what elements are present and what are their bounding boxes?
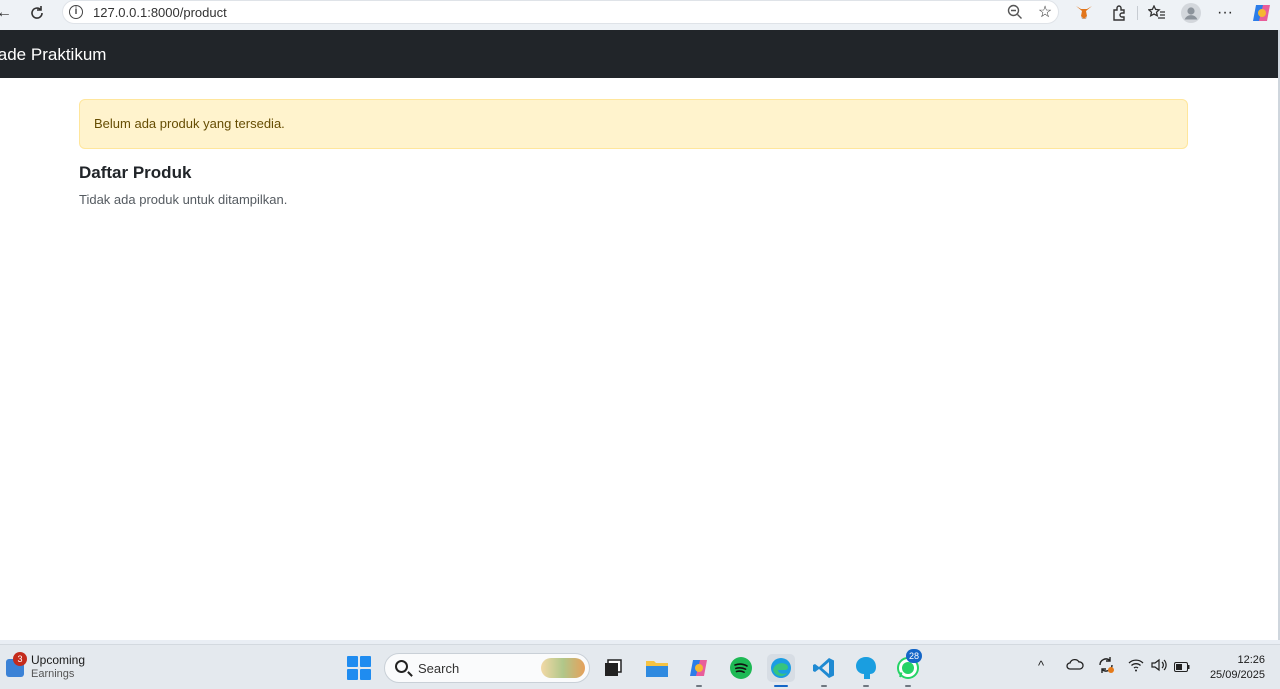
star-icon[interactable]: ☆ <box>1033 1 1057 23</box>
widget-subtitle: Earnings <box>31 668 75 680</box>
navbar: lade Praktikum <box>0 30 1278 78</box>
wifi-icon[interactable] <box>1128 658 1144 675</box>
edge-icon[interactable] <box>767 654 795 687</box>
zoom-out-icon[interactable] <box>1003 1 1027 23</box>
vscode-icon[interactable] <box>810 654 838 687</box>
taskbar: 3 Upcoming Earnings Search 28 ^ 12:26 25… <box>0 644 1280 689</box>
browser-app-icon[interactable] <box>852 654 880 687</box>
widget-title: Upcoming <box>31 653 86 667</box>
copilot-icon[interactable] <box>1250 2 1274 24</box>
back-icon[interactable]: ← <box>0 2 16 24</box>
navbar-brand[interactable]: lade Praktikum <box>0 45 106 65</box>
clock-date: 25/09/2025 <box>1209 669 1265 681</box>
metamask-icon[interactable] <box>1072 2 1096 24</box>
main-container: Belum ada produk yang tersedia. Daftar P… <box>79 99 1188 207</box>
widget-badge: 3 <box>13 652 27 666</box>
page-title: Daftar Produk <box>79 163 192 182</box>
copilot-app-icon[interactable] <box>685 654 713 687</box>
search-icon <box>395 660 408 673</box>
widgets-button[interactable]: 3 Upcoming Earnings <box>4 651 124 685</box>
toolbar-divider <box>1137 6 1138 20</box>
whatsapp-icon[interactable]: 28 <box>894 649 923 687</box>
browser-toolbar: ← i 127.0.0.1:8000/product ☆ ··· <box>0 0 1280 30</box>
start-icon[interactable] <box>347 656 371 680</box>
task-view-icon[interactable] <box>599 654 627 682</box>
page-viewport: lade Praktikum Belum ada produk yang ter… <box>0 30 1278 640</box>
empty-alert: Belum ada produk yang tersedia. <box>79 99 1188 149</box>
profile-icon[interactable] <box>1179 2 1203 24</box>
battery-icon[interactable] <box>1174 660 1190 675</box>
system-clock[interactable]: 12:26 25/09/2025 <box>1210 653 1265 683</box>
chevron-up-icon[interactable]: ^ <box>1038 658 1044 673</box>
url-text: 127.0.0.1:8000/product <box>93 5 227 20</box>
volume-icon[interactable] <box>1151 658 1167 675</box>
taskbar-search[interactable]: Search <box>384 653 590 683</box>
spotify-icon[interactable] <box>727 654 755 682</box>
extensions-icon[interactable] <box>1107 2 1131 24</box>
sync-icon[interactable] <box>1097 656 1115 677</box>
clock-time: 12:26 <box>1237 654 1265 666</box>
more-icon[interactable]: ··· <box>1213 2 1237 24</box>
favorites-icon[interactable] <box>1145 2 1169 24</box>
file-explorer-icon[interactable] <box>643 654 671 682</box>
search-label: Search <box>418 661 460 676</box>
info-icon[interactable]: i <box>69 5 83 19</box>
refresh-icon[interactable] <box>25 2 49 24</box>
onedrive-icon[interactable] <box>1066 658 1084 673</box>
search-highlight-image <box>541 658 585 678</box>
address-bar[interactable]: i 127.0.0.1:8000/product ☆ <box>62 0 1059 24</box>
empty-message: Tidak ada produk untuk ditampilkan. <box>79 192 288 207</box>
whatsapp-badge: 28 <box>906 649 923 663</box>
